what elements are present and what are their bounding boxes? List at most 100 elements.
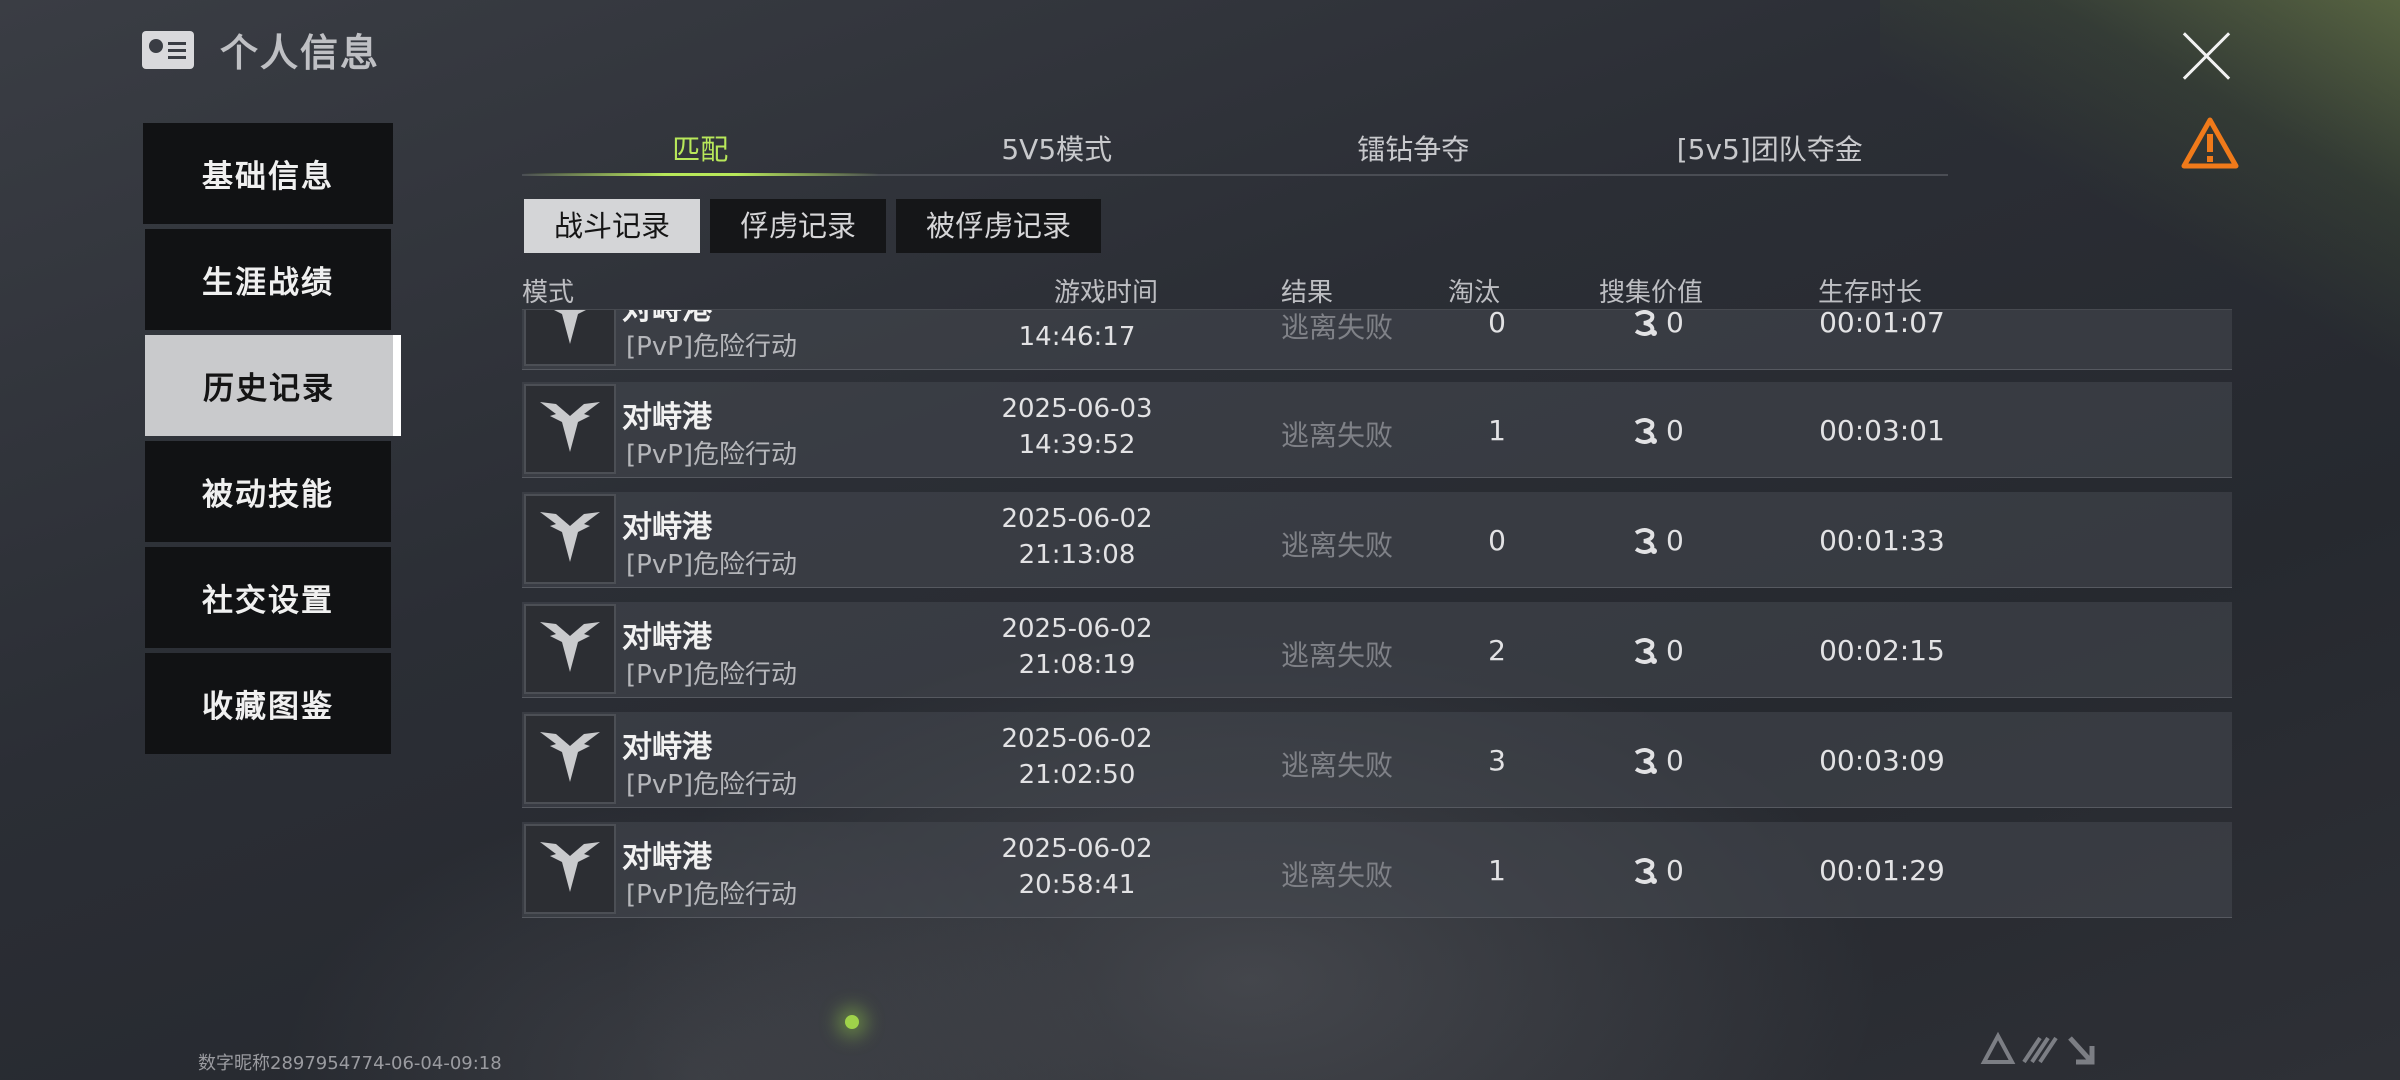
elimination-count: 3 [1488, 744, 1506, 777]
coin-stack-icon [1634, 310, 1657, 336]
mode-tabs: 匹配 5V5模式 镭钻争夺 [5v5]团队夺金 [522, 128, 1948, 176]
subtab-captured-records[interactable]: 被俘虏记录 [896, 199, 1102, 253]
game-mode: [PvP]危险行动 [626, 880, 798, 910]
map-thumbnail [524, 824, 616, 914]
tab-match[interactable]: 匹配 [522, 128, 879, 176]
id-card-icon [142, 30, 194, 69]
collected-value: 0 [1632, 414, 1684, 447]
nav-item-collection[interactable]: 收藏图鉴 [145, 653, 391, 754]
game-mode: [PvP]危险行动 [626, 770, 798, 800]
table-row[interactable]: 对峙港 [PvP]危险行动 2025-06-02 21:08:19 逃离失败 2… [522, 602, 2232, 698]
game-date: 2025-06-02 [1001, 504, 1153, 534]
game-date: 2025-06-02 [1001, 724, 1153, 754]
nav-item-label: 收藏图鉴 [202, 689, 334, 725]
value-amount: 0 [1666, 524, 1684, 557]
match-result: 逃离失败 [1280, 311, 1393, 344]
collected-value: 0 [1632, 854, 1684, 887]
game-time: 21:08:19 [1018, 650, 1136, 680]
game-time: 21:02:50 [1018, 760, 1136, 790]
table-row[interactable]: 对峙港 [PvP]危险行动 2025-06-03 14:39:52 逃离失败 1… [522, 382, 2232, 478]
table-row[interactable]: 对峙港 [PvP]危险行动 14:46:17 逃离失败 0 0 00:01:07 [522, 310, 2232, 370]
collected-value: 0 [1632, 524, 1684, 557]
nav-item-label: 生涯战绩 [202, 265, 334, 301]
elimination-count: 1 [1488, 414, 1506, 447]
nav-item-label: 被动技能 [202, 477, 334, 513]
page-header: 个人信息 [142, 22, 380, 77]
record-subtabs: 战斗记录 俘虏记录 被俘虏记录 [524, 199, 1102, 253]
column-header-elim: 淘汰 [1448, 278, 1501, 308]
collected-value: 0 [1632, 634, 1684, 667]
value-amount: 0 [1666, 414, 1684, 447]
subtab-captive-records[interactable]: 俘虏记录 [710, 199, 887, 253]
nav-item-history[interactable]: 历史记录 [145, 335, 401, 436]
survival-duration: 00:02:15 [1819, 634, 1945, 667]
winged-emblem-icon [540, 402, 600, 452]
game-time: 14:46:17 [1018, 322, 1136, 352]
map-name: 对峙港 [622, 510, 712, 545]
table-row[interactable]: 对峙港 [PvP]危险行动 2025-06-02 21:13:08 逃离失败 0… [522, 492, 2232, 588]
elimination-count: 0 [1488, 310, 1506, 339]
game-mode: [PvP]危险行动 [626, 660, 798, 690]
game-mode: [PvP]危险行动 [626, 440, 798, 470]
game-time: 20:58:41 [1018, 870, 1136, 900]
table-row[interactable]: 对峙港 [PvP]危险行动 2025-06-02 21:02:50 逃离失败 3… [522, 712, 2232, 808]
winged-emblem-icon [540, 512, 600, 562]
record-list[interactable]: 对峙港 [PvP]危险行动 14:46:17 逃离失败 0 0 00:01:07… [522, 310, 2232, 940]
game-time: 14:39:52 [1018, 430, 1136, 460]
glow-dot [845, 1015, 859, 1029]
nav-item-label: 基础信息 [202, 159, 334, 195]
survival-duration: 00:03:09 [1819, 744, 1945, 777]
elimination-count: 2 [1488, 634, 1506, 667]
column-header-mode: 模式 [522, 278, 575, 308]
decorative-symbols-icon [1980, 1031, 2095, 1065]
nav-item-passive-skills[interactable]: 被动技能 [145, 441, 391, 542]
warning-icon[interactable] [2180, 116, 2240, 172]
winged-emblem-icon [540, 842, 600, 892]
survival-duration: 00:01:07 [1819, 310, 1945, 339]
winged-emblem-icon [540, 622, 600, 672]
side-nav: 基础信息 生涯战绩 历史记录 被动技能 社交设置 收藏图鉴 [143, 123, 401, 759]
elimination-count: 0 [1488, 524, 1506, 557]
match-result: 逃离失败 [1280, 419, 1393, 452]
coin-stack-icon [1634, 637, 1657, 664]
close-button[interactable] [2178, 28, 2234, 84]
coin-stack-icon [1634, 417, 1657, 444]
value-amount: 0 [1666, 854, 1684, 887]
tab-diamond-contest[interactable]: 镭钻争夺 [1235, 128, 1592, 174]
game-date: 2025-06-02 [1001, 834, 1153, 864]
value-amount: 0 [1666, 744, 1684, 777]
column-header-duration: 生存时长 [1818, 278, 1923, 308]
page-title: 个人信息 [220, 31, 381, 75]
map-thumbnail [524, 494, 616, 584]
match-result: 逃离失败 [1280, 859, 1393, 892]
coin-stack-icon [1634, 527, 1657, 554]
map-thumbnail [524, 604, 616, 694]
column-header-time: 游戏时间 [1054, 278, 1159, 308]
tab-5v5[interactable]: 5V5模式 [879, 128, 1236, 174]
subtab-battle-records[interactable]: 战斗记录 [524, 199, 701, 253]
map-name: 对峙港 [622, 840, 712, 875]
match-result: 逃离失败 [1280, 639, 1393, 672]
player-id-footer: 数字昵称2897954774-06-04-09:18 [198, 1053, 502, 1074]
table-header: 模式 游戏时间 结果 淘汰 搜集价值 生存时长 [522, 270, 2232, 310]
nav-item-label: 社交设置 [202, 583, 334, 619]
survival-duration: 00:01:33 [1819, 524, 1945, 557]
map-thumbnail [524, 714, 616, 804]
column-header-value: 搜集价值 [1599, 278, 1704, 308]
game-date: 2025-06-03 [1001, 394, 1153, 424]
nav-item-basic-info[interactable]: 基础信息 [143, 123, 393, 224]
nav-item-social-settings[interactable]: 社交设置 [145, 547, 391, 648]
winged-emblem-icon [554, 310, 586, 344]
game-mode: [PvP]危险行动 [626, 332, 798, 362]
map-thumbnail [524, 384, 616, 474]
survival-duration: 00:01:29 [1819, 854, 1945, 887]
nav-item-label: 历史记录 [203, 371, 335, 407]
collected-value: 0 [1632, 744, 1684, 777]
elimination-count: 1 [1488, 854, 1506, 887]
table-row[interactable]: 对峙港 [PvP]危险行动 2025-06-02 20:58:41 逃离失败 1… [522, 822, 2232, 918]
tab-team-gold[interactable]: [5v5]团队夺金 [1592, 128, 1949, 174]
match-result: 逃离失败 [1280, 749, 1393, 782]
collected-value: 0 [1632, 310, 1684, 339]
nav-item-career-stats[interactable]: 生涯战绩 [145, 229, 391, 330]
game-date: 2025-06-02 [1001, 614, 1153, 644]
